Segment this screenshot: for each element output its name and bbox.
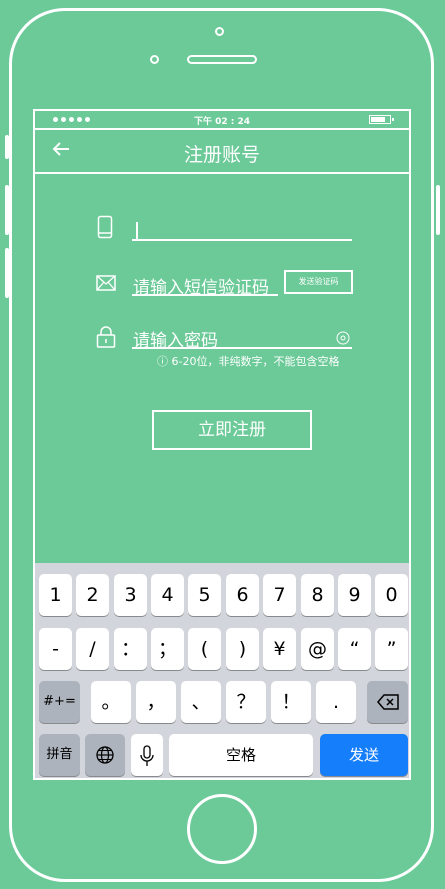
- key-3[interactable]: 3: [114, 574, 147, 616]
- key-yen[interactable]: ¥: [263, 628, 296, 670]
- speaker: [187, 55, 257, 64]
- send-code-button[interactable]: 发送验证码: [284, 270, 353, 294]
- power-button: [436, 185, 440, 235]
- status-bar: 下午 02 : 24: [35, 111, 409, 130]
- symbols-key[interactable]: #+=: [39, 681, 80, 723]
- sms-code-underline: [132, 294, 278, 296]
- battery-icon: [369, 115, 394, 124]
- mic-icon[interactable]: [131, 734, 163, 776]
- key-period-cn[interactable]: 。: [91, 681, 131, 723]
- key-exclamation[interactable]: ！: [271, 681, 311, 723]
- key-7[interactable]: 7: [263, 574, 296, 616]
- key-5[interactable]: 5: [188, 574, 221, 616]
- key-question[interactable]: ？: [226, 681, 266, 723]
- nav-bar: 注册账号: [35, 130, 409, 174]
- key-4[interactable]: 4: [151, 574, 184, 616]
- key-open-quote[interactable]: “: [338, 628, 371, 670]
- key-8[interactable]: 8: [301, 574, 334, 616]
- password-underline: [132, 347, 352, 349]
- key-2[interactable]: 2: [76, 574, 109, 616]
- keyboard: 1 2 3 4 5 6 7 8 9 0 - / ： ； ( ) ¥ @ “ ” …: [35, 563, 409, 778]
- volume-down-button: [5, 248, 9, 298]
- page-title: 注册账号: [183, 144, 260, 166]
- camera: [215, 27, 224, 36]
- key-at[interactable]: @: [301, 628, 334, 670]
- register-button[interactable]: 立即注册: [152, 410, 312, 450]
- pinyin-key[interactable]: 拼音: [39, 734, 80, 776]
- key-hyphen[interactable]: -: [39, 628, 72, 670]
- space-key[interactable]: 空格: [169, 734, 313, 776]
- send-key[interactable]: 发送: [320, 734, 408, 776]
- status-time: 下午 02 : 24: [193, 117, 251, 127]
- key-semicolon[interactable]: ；: [151, 628, 184, 670]
- backspace-icon[interactable]: [367, 681, 408, 723]
- text-cursor: [136, 222, 138, 240]
- password-hint: ⓘ 6-20位，非纯数字，不能包含空格: [157, 355, 340, 368]
- phone-input[interactable]: [132, 239, 352, 241]
- key-1[interactable]: 1: [39, 574, 72, 616]
- lock-icon: [96, 326, 116, 352]
- key-dot[interactable]: .: [316, 681, 356, 723]
- key-enum-comma[interactable]: 、: [181, 681, 221, 723]
- key-0[interactable]: 0: [375, 574, 408, 616]
- envelope-icon: [96, 275, 116, 295]
- mute-switch: [5, 135, 9, 159]
- key-9[interactable]: 9: [338, 574, 371, 616]
- globe-icon[interactable]: [85, 734, 125, 776]
- sensor: [150, 55, 159, 64]
- key-colon[interactable]: ：: [114, 628, 147, 670]
- home-button[interactable]: [187, 794, 257, 864]
- volume-up-button: [5, 185, 9, 235]
- key-close-paren[interactable]: ): [226, 628, 259, 670]
- key-6[interactable]: 6: [226, 574, 259, 616]
- key-close-quote[interactable]: ”: [375, 628, 408, 670]
- key-open-paren[interactable]: (: [188, 628, 221, 670]
- phone-icon: [97, 215, 113, 243]
- key-slash[interactable]: /: [76, 628, 109, 670]
- key-comma-cn[interactable]: ，: [136, 681, 176, 723]
- screen: 下午 02 : 24 注册账号 请输入短信验证码 发送验证码 请输入密码 ⓘ 6…: [33, 109, 411, 780]
